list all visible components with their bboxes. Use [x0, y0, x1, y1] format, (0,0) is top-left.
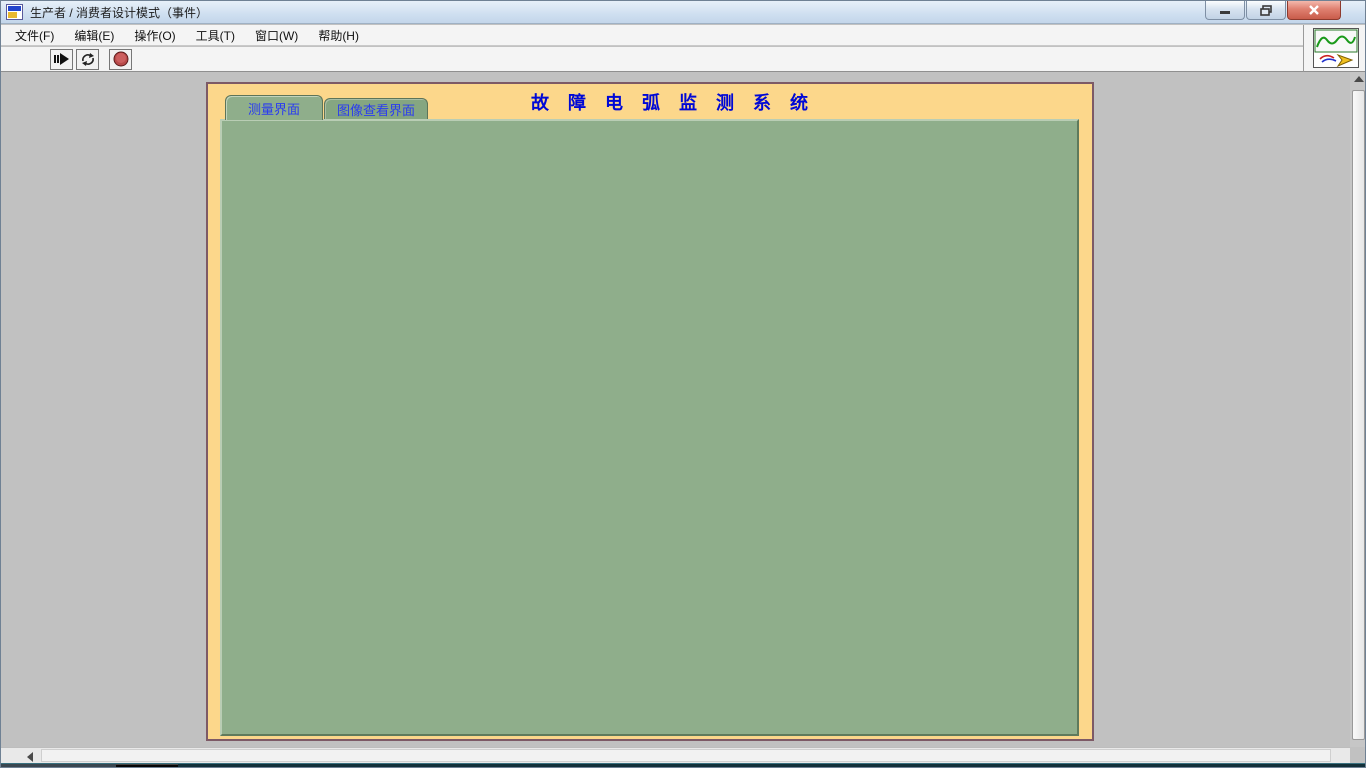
tab-image-view[interactable]: 图像查看界面 [324, 98, 428, 120]
tab-measurement[interactable]: 测量界面 [225, 95, 323, 120]
menu-file[interactable]: 文件(F) [5, 25, 64, 46]
tab-page-measurement [220, 119, 1079, 736]
minimize-button[interactable] [1205, 1, 1245, 20]
app-title: 故 障 电 弧 监 测 系 统 [531, 89, 831, 115]
window-title: 生产者 / 消费者设计模式（事件） [30, 4, 208, 21]
close-icon [1308, 5, 1320, 16]
close-button[interactable] [1287, 1, 1341, 20]
restore-button[interactable] [1246, 1, 1286, 20]
vi-icon [1313, 28, 1359, 68]
menu-edit[interactable]: 编辑(E) [64, 25, 124, 46]
run-continuous-icon [80, 52, 96, 67]
menu-operate[interactable]: 操作(O) [124, 25, 185, 46]
menu-window[interactable]: 窗口(W) [245, 25, 308, 46]
run-button[interactable] [50, 49, 73, 70]
vi-icon-graphic [1314, 29, 1358, 67]
labview-app-icon [6, 4, 23, 20]
toolbar [1, 47, 1303, 72]
vi-icon-pane [1303, 25, 1366, 72]
taskbar-edge [1, 763, 1366, 768]
horizontal-scrollbar[interactable] [1, 747, 1350, 763]
run-continuous-button[interactable] [76, 49, 99, 70]
minimize-icon [1219, 6, 1231, 15]
menu-help[interactable]: 帮助(H) [308, 25, 369, 46]
run-icon [54, 52, 70, 66]
restore-icon [1260, 5, 1272, 16]
vertical-scrollbar[interactable] [1350, 72, 1366, 747]
menubar: 文件(F) 编辑(E) 操作(O) 工具(T) 窗口(W) 帮助(H) [1, 25, 1303, 46]
abort-button[interactable] [109, 49, 132, 70]
titlebar[interactable]: 生产者 / 消费者设计模式（事件） [1, 1, 1366, 24]
horizontal-scroll-thumb[interactable] [41, 749, 1331, 762]
scroll-up-icon[interactable] [1354, 76, 1364, 82]
labview-front-panel-window: 生产者 / 消费者设计模式（事件） 文件(F) 编辑(E) 操作(O) 工具(T… [0, 0, 1366, 768]
scroll-left-icon[interactable] [27, 752, 33, 762]
menu-tools[interactable]: 工具(T) [186, 25, 245, 46]
vertical-scroll-thumb[interactable] [1352, 90, 1365, 740]
abort-icon [113, 51, 129, 67]
